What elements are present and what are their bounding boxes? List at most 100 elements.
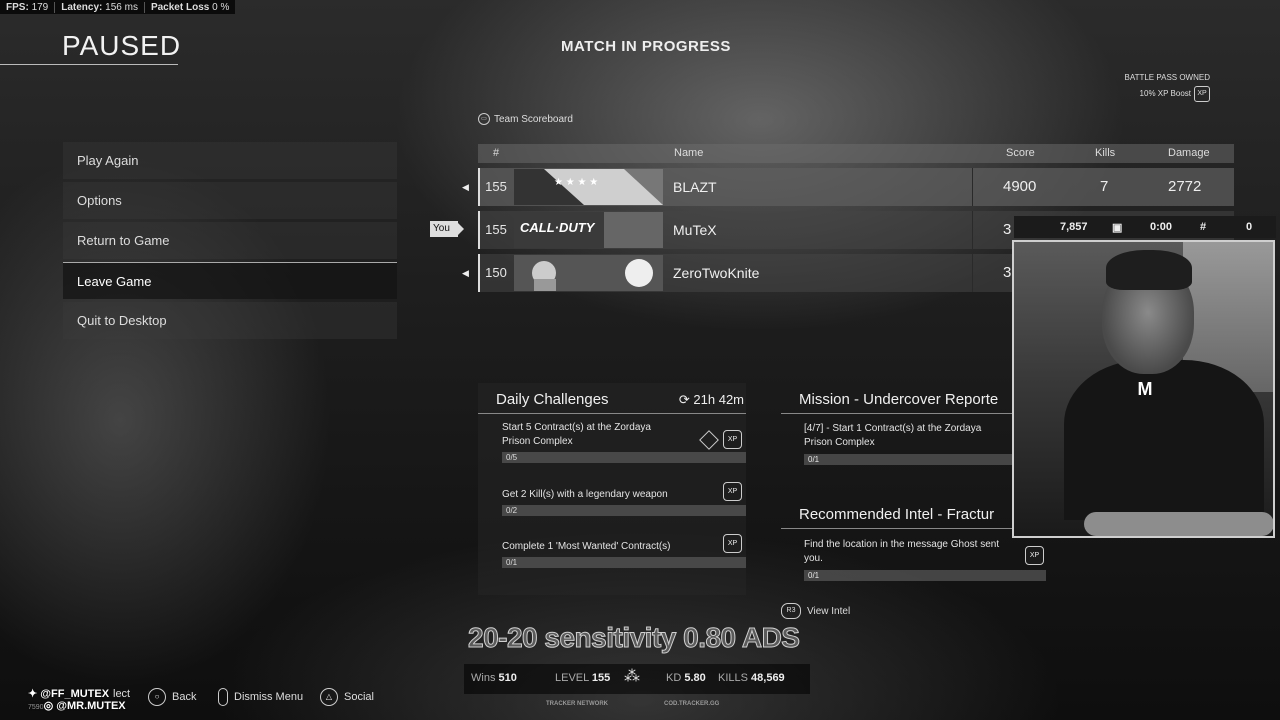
level-stat: LEVEL 155 [555,672,610,684]
xp-boost-label: 10% XP Boost [1139,89,1191,99]
back-label: Back [172,691,197,703]
wins-value: 510 [498,672,517,684]
play-again-button[interactable]: Play Again [63,142,397,179]
player-rank: 155 [478,168,512,206]
kd-stat: KD 5.80 [666,672,706,684]
daily-challenges-panel: Daily Challenges ⟳ 21h 42m Start 5 Contr… [478,383,746,595]
mission-panel[interactable]: Mission - Undercover Reporte [4/7] - Sta… [781,383,1021,473]
match-status-title: MATCH IN PROGRESS [561,38,731,55]
challenge-item[interactable]: Get 2 Kill(s) with a legendary weapon 0/… [502,488,746,516]
packet-loss-stat: Packet Loss 0 % [145,2,235,13]
r3-button-icon: R3 [781,603,801,619]
performance-stats-bar: FPS: 179 Latency: 156 ms Packet Loss 0 % [0,0,236,14]
battle-pass-owned: BATTLE PASS OWNED [1124,73,1211,82]
player-name: MuTeX [673,222,717,238]
svg-text:★ ★ ★ ★: ★ ★ ★ ★ [554,177,598,188]
streamer-hair [1106,250,1192,290]
speaker-icon: ◀ [462,268,469,278]
wins-stat: Wins 510 [471,672,517,684]
social-label: Social [344,691,374,703]
stars-icon: ⁂ [624,668,640,685]
fps-stat: FPS: 179 [0,1,56,13]
emblem-logo-text: CALL·DUTY [520,220,596,235]
player-name: BLAZT [673,179,717,195]
xp-badge-icon: XP [723,482,742,501]
circle-button-icon: ○ [148,688,166,706]
challenge-text: Get 2 Kill(s) with a legendary weapon [502,489,668,500]
kills-label: KILLS [718,672,748,684]
tracker-url-label: COD.TRACKER.GG [664,701,720,707]
latency-label: Latency: [61,1,103,13]
player-damage: 2772 [1168,178,1202,195]
streamer-hands [1084,512,1273,536]
player-rank: 150 [478,254,512,292]
challenge-text: Start 5 Contract(s) at the Zordaya Priso… [502,422,651,447]
daily-challenges-title: Daily Challenges [496,391,609,408]
player-score: 3 [1003,221,1012,238]
mission-title: Mission - Undercover Reporte [799,391,999,408]
you-indicator: You [430,221,464,237]
view-intel-button[interactable]: R3 View Intel [781,603,850,619]
quit-to-desktop-button[interactable]: Quit to Desktop [63,302,397,339]
challenge-text: Complete 1 'Most Wanted' Contract(s) [502,541,671,552]
xp-badge-icon: XP [723,534,742,553]
webcam-feed: M [1012,240,1275,538]
mission-text: [4/7] - Start 1 Contract(s) at the Zorda… [804,423,982,448]
social-prompt[interactable]: △ Social [320,688,374,706]
kd-label: KD [666,672,682,684]
speaker-icon: ◀ [462,182,469,192]
panel-divider [781,528,1021,529]
streamer-socials: ✦ @FF_MUTEX 7590◎ @MR.MUTEX [28,688,126,714]
player-rank: 155 [478,211,512,249]
view-intel-label: View Intel [807,605,851,617]
back-prompt[interactable]: ○ Back [148,688,196,706]
challenge-item[interactable]: Complete 1 'Most Wanted' Contract(s) 0/1 [502,540,746,568]
xp-badge-icon: XP [723,430,742,449]
sensitivity-overlay-text: 20-20 sensitivity 0.80 ADS [467,622,800,654]
kills-value: 48,569 [751,672,785,684]
refresh-icon: ⟳ [678,392,690,407]
kills-column-header: Kills [1095,147,1116,159]
challenge-progress: 0/5 [502,452,746,463]
tracker-network-label: TRACKER NETWORK [546,701,608,707]
player-score: 3 [1003,264,1012,281]
player-emblem: ★ ★ ★ ★ [514,169,663,205]
stream-stats-bar: 7,857 ▣ 0:00 # 0 [1014,216,1276,238]
score-column-header: Score [1006,147,1035,159]
challenge-progress: 0/1 [502,557,746,568]
instagram-handle: @MR.MUTEX [56,700,126,712]
dismiss-menu-prompt[interactable]: Dismiss Menu [218,688,303,706]
timer-value: 21h 42m [693,392,744,407]
fps-label: FPS: [6,1,29,13]
level-label: LEVEL [555,672,589,684]
row-divider [972,211,973,249]
packet-loss-value: 0 % [212,1,230,13]
return-to-game-button[interactable]: Return to Game [63,222,397,259]
dismiss-menu-label: Dismiss Menu [234,691,304,703]
player-emblem: CALL·DUTY [514,212,663,248]
options-button-icon [218,688,228,706]
leave-game-button[interactable]: Leave Game [63,262,397,299]
intel-text: Find the location in the message Ghost s… [804,539,1000,564]
touchpad-button-icon: ▭ [478,113,490,125]
stream-stat-value: 0 [1246,221,1253,233]
packet-loss-label: Packet Loss [150,1,210,13]
tracker-stats-bar: Wins 510 LEVEL 155 ⁂ KD 5.80 KILLS 48,56… [464,664,810,694]
twitter-handle: @FF_MUTEX [40,688,110,700]
pause-menu: Play Again Options Return to Game Leave … [63,142,397,342]
xp-icon: XP [1194,86,1210,102]
scoreboard-row[interactable]: 155 ★ ★ ★ ★ BLAZT 4900 7 2772 [478,168,1234,206]
panel-divider [478,413,746,414]
save-icon: ▣ [1112,222,1123,234]
streamer-body [1064,360,1264,520]
wins-label: Wins [471,672,496,684]
twitter-icon: ✦ [28,688,38,700]
intel-title: Recommended Intel - Fractur [799,506,995,523]
team-scoreboard-toggle[interactable]: ▭ Team Scoreboard [478,113,573,125]
recommended-intel-panel[interactable]: Recommended Intel - Fractur Find the loc… [781,500,1047,590]
scoreboard-header: # Name Score Kills Damage [478,144,1234,163]
social-prefix: 7590 [28,704,44,711]
options-button[interactable]: Options [63,182,397,219]
damage-column-header: Damage [1168,147,1210,159]
paused-title: PAUSED [62,30,182,61]
